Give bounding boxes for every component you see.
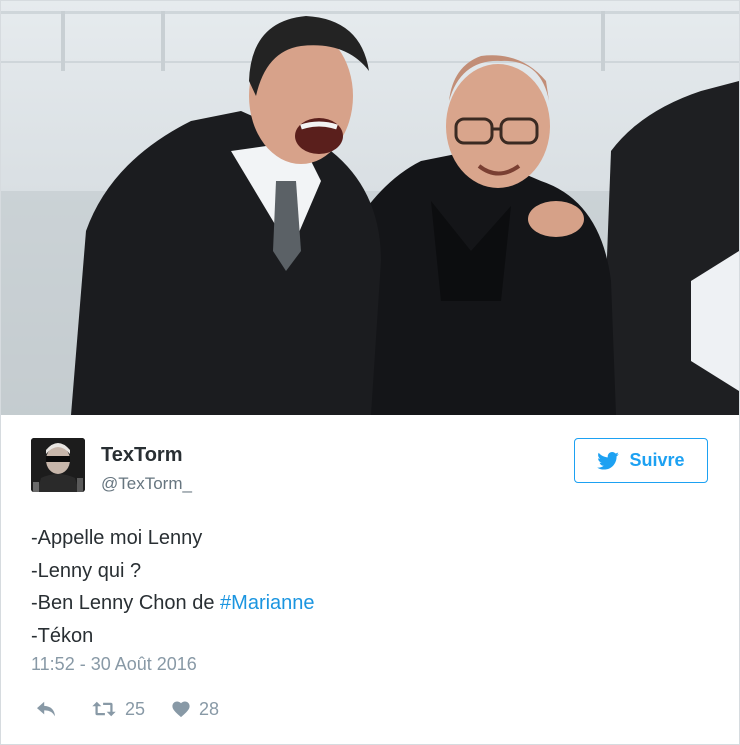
user-avatar[interactable] <box>31 438 85 492</box>
like-button[interactable]: 28 <box>171 699 219 720</box>
follow-button[interactable]: Suivre <box>574 438 708 483</box>
tweet-photo[interactable] <box>1 1 739 415</box>
reply-button[interactable] <box>35 700 65 718</box>
tweet-line: -Appelle moi Lenny <box>31 527 203 549</box>
reply-icon <box>37 701 55 717</box>
retweet-icon <box>92 701 116 717</box>
retweet-count: 25 <box>125 698 146 719</box>
twitter-bird-icon <box>597 451 620 470</box>
hashtag-link[interactable]: #Marianne <box>220 592 315 614</box>
user-handle[interactable]: @TexTorm_ <box>101 474 192 494</box>
avatar-image <box>31 438 85 492</box>
retweet-button[interactable]: 25 <box>91 699 145 720</box>
display-name[interactable]: TexTorm <box>101 444 183 467</box>
tweet-line: -Lenny qui ? <box>31 559 142 582</box>
heart-icon <box>172 701 190 718</box>
tweet-line: -Tékon <box>31 624 94 647</box>
follow-button-label: Suivre <box>629 450 685 470</box>
tweet-actions: 25 28 <box>35 695 245 723</box>
tweet-header: TexTorm @TexTorm_ Suivre <box>31 438 711 498</box>
tweet-timestamp[interactable]: 11:52 - 30 Août 2016 <box>31 654 197 675</box>
tweet-card: TexTorm @TexTorm_ Suivre -Appelle moi Le… <box>0 0 740 745</box>
photo-illustration <box>1 1 739 415</box>
tweet-text: -Appelle moi Lenny -Lenny qui ? -Ben Len… <box>31 522 315 652</box>
tweet-line: -Ben Lenny Chon de #Marianne <box>31 587 315 620</box>
like-count: 28 <box>199 698 220 719</box>
tweet-line-text: -Ben Lenny Chon de <box>31 592 221 614</box>
